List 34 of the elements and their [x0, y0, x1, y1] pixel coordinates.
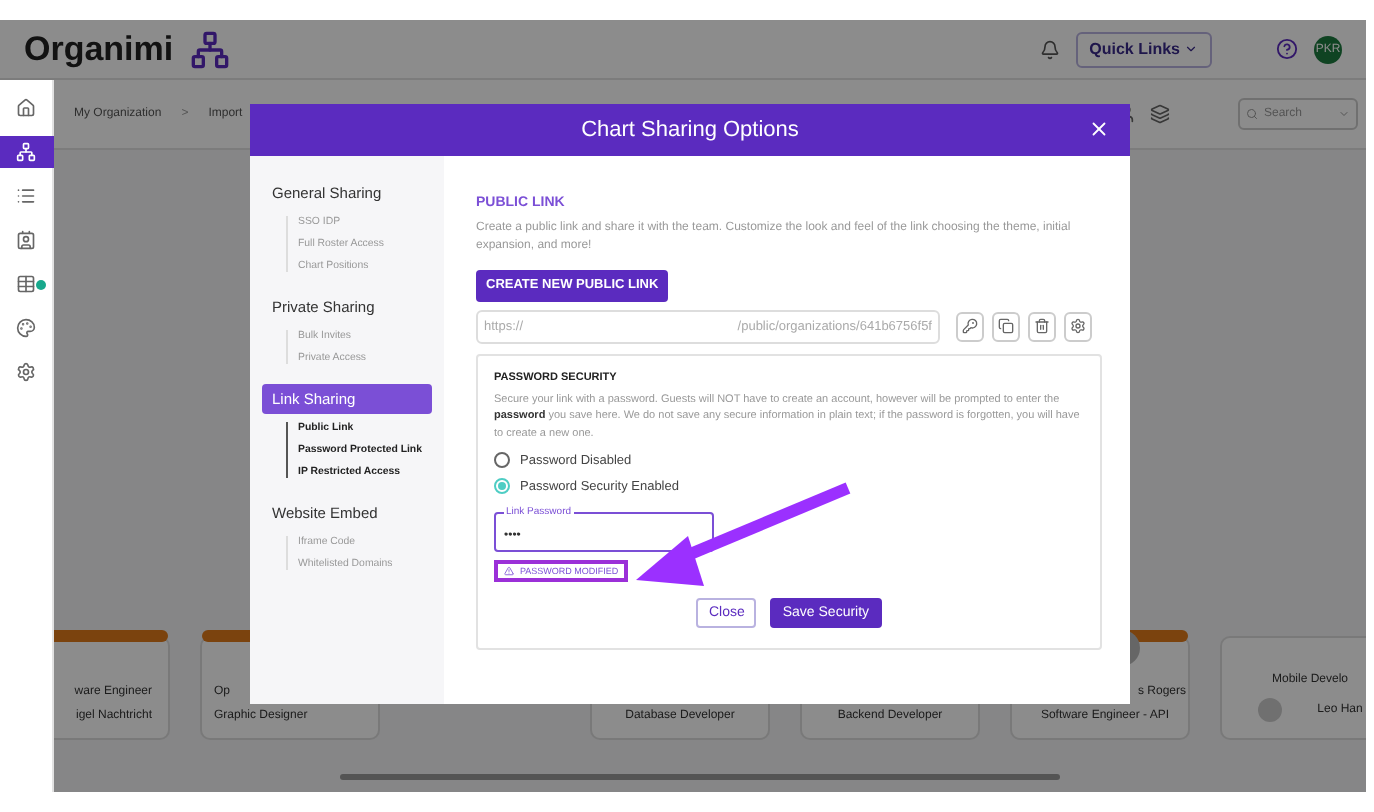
org-chart-icon: [16, 142, 36, 162]
settings-icon: [16, 362, 36, 382]
quick-links-button[interactable]: Quick Links: [1075, 31, 1212, 67]
settings-icon: [1070, 318, 1086, 335]
nav-item[interactable]: [0, 136, 53, 168]
close-button[interactable]: [1088, 118, 1110, 140]
warning-icon: [504, 566, 514, 577]
help-icon[interactable]: [1276, 38, 1298, 60]
radio-button[interactable]: [494, 478, 510, 495]
table-icon: [16, 274, 36, 294]
caret-icon: [1338, 108, 1350, 120]
bell-icon[interactable]: [1039, 39, 1060, 59]
chevron-icon: [1184, 42, 1198, 56]
layers-icon[interactable]: [1150, 104, 1170, 124]
key-button[interactable]: [956, 311, 984, 342]
logo-icon: [189, 29, 230, 69]
brand-name: Organimi: [24, 29, 174, 69]
key-icon: [962, 318, 978, 335]
radio-button[interactable]: [494, 452, 510, 469]
copy-button[interactable]: [992, 311, 1020, 342]
contact-card-icon: [16, 230, 36, 250]
palette-icon: [16, 318, 36, 338]
search-icon: [1246, 108, 1258, 120]
list-icon: [16, 186, 36, 206]
status-dot: [35, 280, 45, 290]
trash-icon: [1034, 318, 1050, 335]
scrollbar[interactable]: [340, 774, 1060, 780]
avatar-icon: [1257, 698, 1282, 722]
delete-button[interactable]: [1028, 311, 1056, 342]
home-icon: [16, 98, 36, 118]
close-icon: [1088, 118, 1110, 140]
settings-button[interactable]: [1064, 311, 1092, 342]
dialog-title: Chart Sharing Options: [581, 118, 799, 142]
copy-icon: [998, 318, 1014, 335]
